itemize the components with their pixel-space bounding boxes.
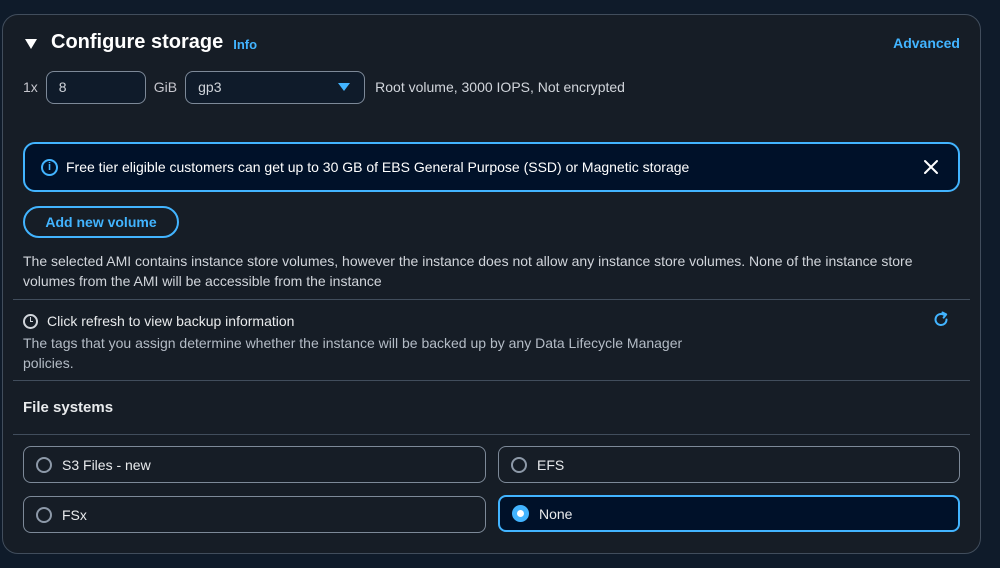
file-systems-title: File systems (23, 399, 114, 416)
divider (13, 380, 970, 381)
divider (13, 299, 970, 300)
clock-icon (23, 313, 38, 329)
info-link[interactable]: Info (233, 37, 257, 52)
free-tier-alert: i Free tier eligible customers can get u… (23, 142, 960, 192)
option-none[interactable]: None (498, 495, 960, 532)
section-title: Configure storage (51, 31, 224, 53)
option-label: None (539, 505, 573, 522)
option-s3-files[interactable]: S3 Files - new (23, 446, 486, 483)
backup-title: Click refresh to view backup information (47, 313, 295, 329)
refresh-icon[interactable] (932, 311, 950, 329)
info-icon: i (41, 158, 58, 176)
option-efs[interactable]: EFS (498, 446, 960, 483)
radio-efs[interactable] (511, 456, 527, 473)
volume-size-input[interactable]: 8 (45, 70, 146, 104)
option-fsx[interactable]: FSx (23, 496, 486, 533)
option-label: S3 Files - new (62, 456, 151, 473)
volume-count-label: 1x (23, 79, 38, 95)
advanced-link[interactable]: Advanced (893, 35, 960, 51)
volume-type-value: gp3 (198, 79, 222, 95)
configure-storage-panel: Configure storage Info Advanced 1x 8 GiB… (2, 14, 981, 554)
backup-info-row: Click refresh to view backup information (23, 313, 294, 329)
volume-description: Root volume, 3000 IOPS, Not encrypted (375, 79, 625, 95)
radio-s3-files[interactable] (36, 456, 52, 473)
root-volume-row: 1x 8 GiB gp3 Root volume, 3000 IOPS, Not… (23, 70, 625, 104)
option-label: FSx (62, 506, 87, 523)
section-header[interactable]: Configure storage Info (25, 31, 257, 54)
caret-down-icon[interactable] (25, 38, 37, 49)
divider (13, 434, 970, 435)
option-label: EFS (537, 456, 565, 473)
radio-fsx[interactable] (36, 506, 52, 523)
close-icon[interactable] (922, 158, 940, 176)
add-new-volume-button[interactable]: Add new volume (23, 206, 179, 238)
ami-notice: The selected AMI contains instance store… (23, 253, 913, 289)
volume-unit-label: GiB (153, 79, 178, 95)
volume-type-select[interactable]: gp3 (185, 70, 366, 104)
alert-text: Free tier eligible customers can get up … (66, 159, 690, 175)
dropdown-caret-icon (338, 83, 351, 91)
radio-none[interactable] (512, 505, 529, 522)
backup-description: The tags that you assign determine wheth… (23, 335, 683, 371)
